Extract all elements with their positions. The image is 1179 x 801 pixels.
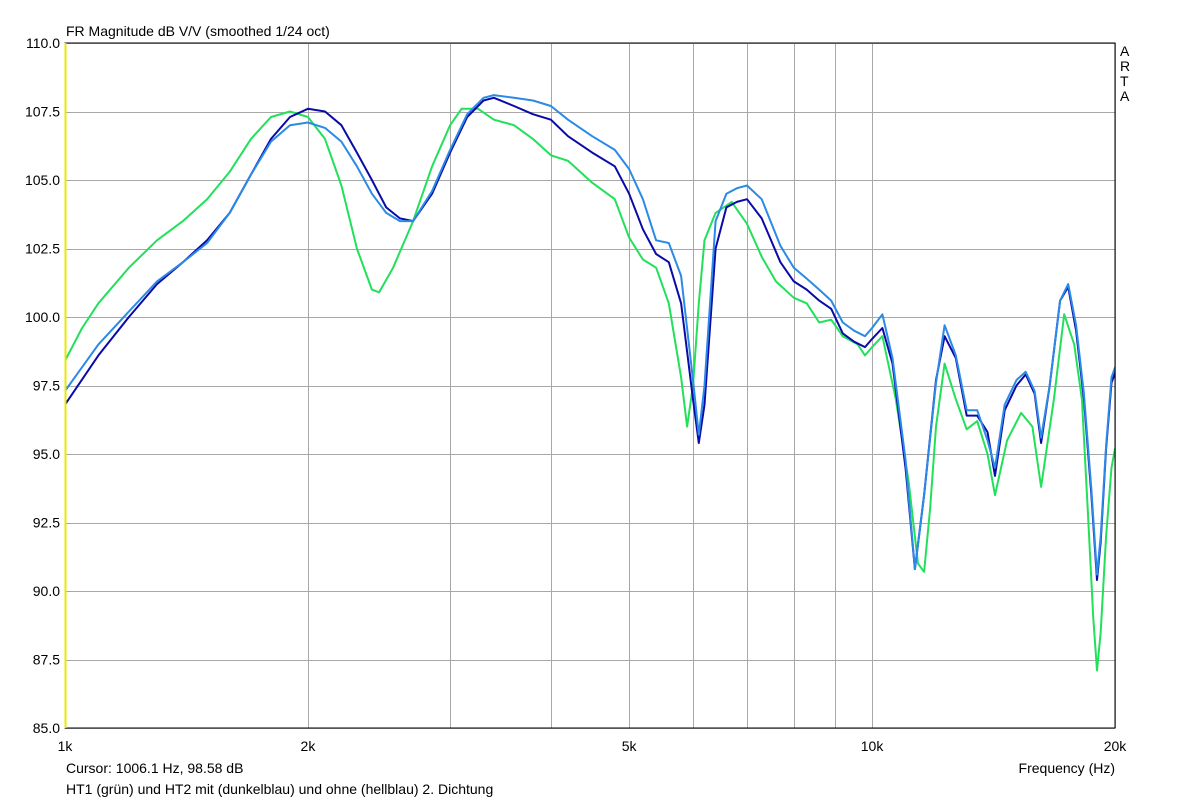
x-tick-label-3: 10k xyxy=(861,738,885,754)
brand-letter-2: T xyxy=(1120,73,1129,89)
chart-background xyxy=(0,0,1179,801)
y-tick-label-0: 85.0 xyxy=(33,720,60,736)
x-tick-label-1: 2k xyxy=(301,738,317,754)
y-tick-label-6: 100.0 xyxy=(25,309,60,325)
x-tick-label-0: 1k xyxy=(58,738,74,754)
brand-label: ARTA xyxy=(1120,43,1130,104)
y-tick-label-9: 107.5 xyxy=(25,104,60,120)
y-tick-label-2: 90.0 xyxy=(33,583,60,599)
y-tick-label-3: 92.5 xyxy=(33,515,60,531)
x-tick-label-4: 20k xyxy=(1104,738,1128,754)
cursor-readout: Cursor: 1006.1 Hz, 98.58 dB xyxy=(66,760,243,776)
y-tick-label-4: 95.0 xyxy=(33,446,60,462)
y-tick-label-5: 97.5 xyxy=(33,378,60,394)
brand-letter-3: A xyxy=(1120,88,1130,104)
brand-letter-0: A xyxy=(1120,43,1130,59)
chart-title: FR Magnitude dB V/V (smoothed 1/24 oct) xyxy=(66,23,330,39)
brand-letter-1: R xyxy=(1120,58,1130,74)
chart-caption: HT1 (grün) und HT2 mit (dunkelblau) und … xyxy=(66,781,493,797)
y-tick-label-1: 87.5 xyxy=(33,652,60,668)
x-axis-label: Frequency (Hz) xyxy=(1019,760,1115,776)
y-tick-label-10: 110.0 xyxy=(26,35,60,51)
y-tick-label-7: 102.5 xyxy=(25,241,60,257)
frequency-response-chart: 85.0 87.5 90.0 92.5 95.0 97.5 100.0 102.5 105.0 1… xyxy=(0,0,1179,801)
x-tick-label-2: 5k xyxy=(622,738,638,754)
y-tick-label-8: 105.0 xyxy=(25,172,60,188)
